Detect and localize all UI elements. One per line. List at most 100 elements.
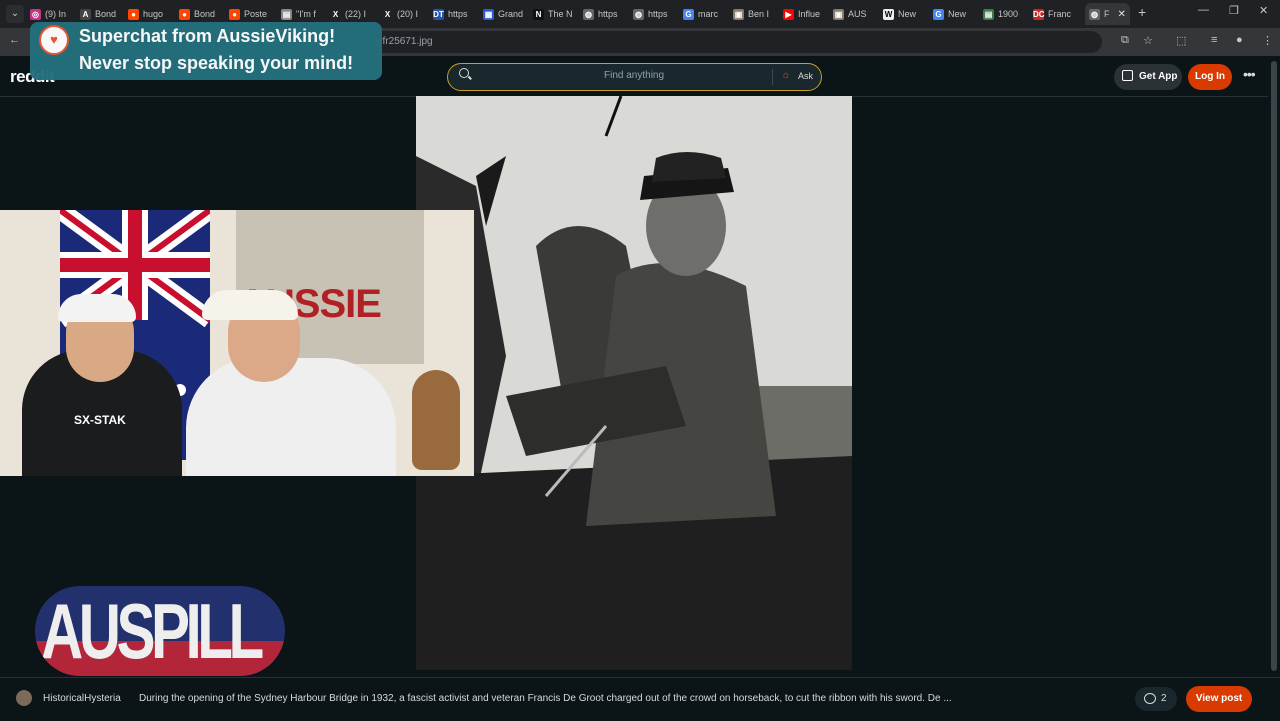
post-username[interactable]: HistoricalHysteria xyxy=(43,693,121,704)
comments-button[interactable]: 2 xyxy=(1135,687,1177,711)
tab-label: 1900 xyxy=(998,9,1019,19)
historical-photo xyxy=(416,96,852,670)
w-icon: W xyxy=(883,8,894,20)
tab-label: Grand xyxy=(498,9,524,19)
tab-label: "I'm f xyxy=(296,9,316,19)
superchat-title: Superchat from AussieViking! xyxy=(79,26,336,46)
browser-tab[interactable]: DT https xyxy=(433,3,468,25)
tab-label: AUS xyxy=(848,9,867,19)
browser-tab[interactable]: ▣ Ben I xyxy=(733,3,769,25)
tab-label: Ben I xyxy=(748,9,770,19)
scrollbar-thumb[interactable] xyxy=(1271,61,1277,671)
comment-count: 2 xyxy=(1161,693,1167,704)
browser-tab[interactable]: ◍ https xyxy=(583,3,618,25)
view-post-button[interactable]: View post xyxy=(1186,686,1252,712)
streamer-right xyxy=(186,358,396,476)
reddit-icon: ● xyxy=(128,8,139,20)
image-icon: ▣ xyxy=(733,8,744,20)
google-icon: G xyxy=(933,8,944,20)
post-info-bar: HistoricalHysteria During the opening of… xyxy=(0,677,1280,721)
back-arrow-icon[interactable]: ← xyxy=(9,34,20,46)
tab-label: Bond xyxy=(194,9,216,19)
browser-tab[interactable]: X (20) I xyxy=(382,3,418,25)
n-icon: N xyxy=(533,8,544,20)
kangaroo-plush xyxy=(412,370,460,470)
tab-label: marc xyxy=(698,9,718,19)
reddit-icon: ● xyxy=(179,8,190,20)
get-app-button[interactable]: Get App xyxy=(1114,64,1182,90)
grid-icon: ▦ xyxy=(483,8,494,20)
window-close-button[interactable]: ✕ xyxy=(1259,4,1268,17)
browser-tab[interactable]: W New xyxy=(883,3,916,25)
install-app-icon[interactable]: ⧉ xyxy=(1121,34,1129,47)
streamer-right-cap xyxy=(202,290,298,320)
browser-tab[interactable]: ▣ AUS xyxy=(833,3,867,25)
restore-button[interactable]: ❐ xyxy=(1229,4,1239,17)
a-icon: A xyxy=(80,8,91,20)
globe-icon: ◍ xyxy=(633,8,644,20)
post-title[interactable]: During the opening of the Sydney Harbour… xyxy=(139,693,952,704)
qr-code-icon xyxy=(1122,70,1133,81)
user-avatar[interactable] xyxy=(16,690,32,706)
minimize-button[interactable]: — xyxy=(1198,4,1209,16)
browser-tab-active[interactable]: ◍ F ✕ xyxy=(1085,3,1130,25)
search-placeholder: Find anything xyxy=(604,70,665,81)
search-divider xyxy=(772,69,773,85)
browser-tab[interactable]: ▦ Grand xyxy=(483,3,523,25)
tab-label: https xyxy=(448,9,468,19)
browser-tab[interactable]: ▤ 1900 xyxy=(983,3,1018,25)
dc-icon: DC xyxy=(1033,8,1045,20)
image-icon: ▣ xyxy=(833,8,844,20)
tab-label: Franc xyxy=(1048,9,1072,19)
tab-label: hugo xyxy=(143,9,164,19)
browser-tab[interactable]: ◍ https xyxy=(633,3,668,25)
media-controls-icon[interactable]: ≡ xyxy=(1211,34,1217,46)
comment-icon xyxy=(1144,693,1156,704)
tab-search-button[interactable]: ⌄ xyxy=(6,5,24,23)
ask-button[interactable]: Ask xyxy=(798,71,813,81)
browser-tab[interactable]: ▶ Influe xyxy=(783,3,820,25)
browser-tab[interactable]: Gmarc xyxy=(683,3,718,25)
tab-label: The N xyxy=(548,9,573,19)
tab-label: New xyxy=(948,9,967,19)
tab-label: Poste xyxy=(244,9,268,19)
profile-icon[interactable]: ● xyxy=(1236,34,1243,46)
tab-label: Bond xyxy=(95,9,117,19)
tab-label: https xyxy=(648,9,668,19)
globe-icon: ◍ xyxy=(1089,8,1100,20)
channel-logo-text: AUSPILL xyxy=(41,587,264,675)
webcam-overlay: AUSSIE SX-STAK xyxy=(0,210,474,476)
tab-label: (20) I xyxy=(397,9,419,19)
login-button[interactable]: Log In xyxy=(1188,64,1232,90)
tab-label: New xyxy=(898,9,917,19)
page-scrollbar[interactable] xyxy=(1268,57,1280,677)
tab-label: (9) In xyxy=(45,9,67,19)
more-options-icon[interactable]: ••• xyxy=(1243,66,1256,82)
tab-label: (22) I xyxy=(345,9,367,19)
streamer-left-cap xyxy=(58,294,136,322)
browser-menu-icon[interactable]: ⋮ xyxy=(1262,34,1273,47)
youtube-icon: ▶ xyxy=(783,8,794,20)
x-icon: X xyxy=(382,8,393,20)
ask-icon: ⌂ xyxy=(783,70,790,81)
extensions-icon[interactable]: ⬚ xyxy=(1176,34,1186,47)
shirt-text: SX-STAK xyxy=(74,413,126,427)
heart-icon: ♥ xyxy=(39,25,69,55)
tab-label: Influe xyxy=(798,9,821,19)
get-app-label: Get App xyxy=(1139,71,1178,82)
tab-label: https xyxy=(598,9,618,19)
search-bar[interactable]: Find anything ⌂ Ask xyxy=(447,63,822,91)
doc-icon: ▤ xyxy=(281,8,292,20)
browser-tab[interactable]: N The N xyxy=(533,3,573,25)
bookmark-star-icon[interactable]: ☆ xyxy=(1143,34,1153,47)
tab-close-icon[interactable]: ✕ xyxy=(1118,9,1126,20)
post-image[interactable] xyxy=(416,96,852,670)
superchat-message: Never stop speaking your mind! xyxy=(79,53,354,73)
tab-label: F xyxy=(1104,9,1110,19)
channel-logo: AUSPILL xyxy=(35,586,285,676)
browser-tab[interactable]: DC Franc xyxy=(1033,3,1071,25)
doc-icon: ▤ xyxy=(983,8,994,20)
browser-tab[interactable]: G New xyxy=(933,3,966,25)
new-tab-button[interactable]: + xyxy=(1138,4,1146,20)
superchat-alert: ♥ Superchat from AussieViking! Never sto… xyxy=(30,22,382,80)
